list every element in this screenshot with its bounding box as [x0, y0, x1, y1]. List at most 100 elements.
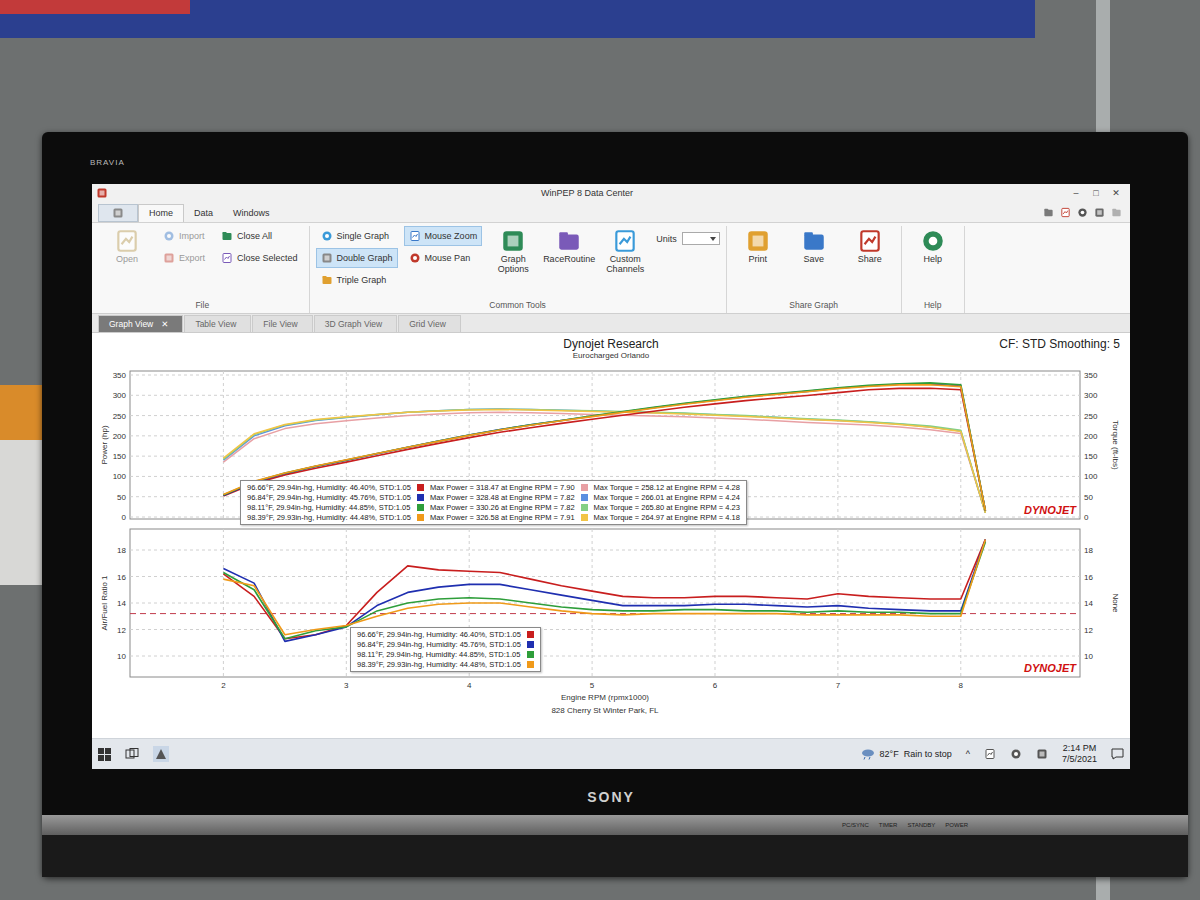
ribbon-tab[interactable]: Data	[184, 205, 223, 222]
toolbar-icon-part	[1081, 211, 1085, 215]
notification-icon[interactable]	[1111, 748, 1124, 760]
button-icon	[801, 228, 827, 254]
legend-max-torque: Max Torque = 266.01 at Engine RPM = 4.24	[594, 493, 740, 502]
ribbon-button[interactable]: Export	[158, 248, 210, 268]
group-label: Help	[908, 298, 958, 313]
view-tab[interactable]: 3D Graph View	[314, 315, 397, 332]
clock[interactable]: 2:14 PM7/5/2021	[1062, 743, 1097, 765]
legend-conditions: 96.66°F, 29.94in-hg, Humidity: 46.40%, S…	[247, 483, 411, 492]
axis-title: None	[1111, 593, 1120, 613]
dropdown-field[interactable]	[682, 232, 720, 245]
ribbon-column: Single Graph Double Graph Triple Graph	[316, 226, 398, 290]
button-icon	[612, 228, 638, 254]
ribbon-button[interactable]: Close All	[216, 226, 303, 246]
toolbar-icon	[1043, 207, 1054, 218]
tick-label: 7	[836, 681, 841, 690]
dropdown-arrow-icon	[710, 237, 716, 241]
button-icon-part	[322, 254, 331, 263]
tick-label: 8	[959, 681, 964, 690]
tray-expand-button[interactable]: ^	[966, 749, 970, 759]
ribbon-column: Units	[656, 226, 720, 245]
grid-line	[130, 550, 1080, 551]
toolbar-icon	[1060, 207, 1071, 218]
close-button[interactable]: ✕	[1106, 188, 1126, 198]
ribbon-button[interactable]: Help	[908, 226, 958, 266]
ribbon-button[interactable]: Graph Options	[488, 226, 538, 277]
ribbon-button[interactable]: Custom Channels	[600, 226, 650, 277]
grid-line	[130, 375, 1080, 376]
ribbon-button[interactable]: Close Selected	[216, 248, 303, 268]
legend-swatch	[417, 504, 424, 511]
toolbar-icon-part	[1078, 208, 1086, 216]
view-tab[interactable]: Table View	[184, 315, 251, 332]
view-tab[interactable]: Graph View✕	[98, 315, 183, 332]
winpep-app-icon[interactable]	[153, 746, 169, 762]
tick-label: 350	[1084, 371, 1098, 380]
legend-max-power: Max Power = 326.58 at Engine RPM = 7.91	[430, 513, 575, 522]
tray-icon	[1036, 748, 1048, 760]
cloud-part	[869, 757, 870, 760]
units-dropdown[interactable]: Units	[656, 226, 720, 245]
legend-swatch	[527, 641, 534, 648]
weather-widget[interactable]: 82°FRain to stop	[861, 748, 952, 760]
legend-conditions: 96.84°F, 29.94in-hg, Humidity: 45.76%, S…	[247, 493, 411, 502]
button-icon	[163, 252, 175, 264]
ribbon-button[interactable]: Import	[158, 226, 210, 246]
brand-logo: SONY	[587, 789, 635, 805]
ribbon-column: RaceRoutine	[544, 226, 594, 266]
ribbon-button[interactable]: Double Graph	[316, 248, 398, 268]
ribbon-button[interactable]: Mouse Pan	[404, 248, 483, 268]
tick-label: 10	[117, 652, 126, 661]
tray-icon-part	[1037, 750, 1046, 759]
button-label: Single Graph	[337, 231, 390, 241]
ribbon-button[interactable]: Print	[733, 226, 783, 266]
television: BRAVIA WinPEP 8 Data Center–□✕ HomeDataW…	[42, 132, 1188, 877]
ribbon-button[interactable]: Save	[789, 226, 839, 266]
grid-line	[130, 395, 1080, 396]
ribbon-column: Print	[733, 226, 783, 266]
view-tab[interactable]: Grid View	[398, 315, 461, 332]
ribbon-button[interactable]: Share	[845, 226, 895, 266]
button-label: Triple Graph	[337, 275, 387, 285]
temperature: 82°F	[880, 749, 899, 759]
button-icon-part	[165, 254, 174, 263]
minimize-button[interactable]: –	[1066, 188, 1086, 198]
button-label: Open	[116, 254, 138, 264]
ribbon-button[interactable]: Mouse Zoom	[404, 226, 483, 246]
task-view-icon[interactable]	[125, 748, 139, 760]
view-tab[interactable]: File View	[252, 315, 312, 332]
ribbon-tab[interactable]: Home	[138, 204, 184, 222]
tab-label: 3D Graph View	[325, 319, 382, 329]
button-icon-part	[923, 231, 943, 251]
tab-label: Grid View	[409, 319, 446, 329]
indicator-label: POWER	[945, 822, 968, 828]
screen: WinPEP 8 Data Center–□✕ HomeDataWindows …	[92, 184, 1130, 769]
quick-icons	[1043, 207, 1130, 222]
tick-label: 12	[117, 626, 126, 635]
tick-label: 5	[590, 681, 595, 690]
ribbon-button[interactable]: RaceRoutine	[544, 226, 594, 266]
ribbon-button[interactable]: Open	[102, 226, 152, 266]
ribbon-button[interactable]: Triple Graph	[316, 270, 398, 290]
tick-label: 300	[1084, 391, 1098, 400]
button-icon-part	[122, 237, 133, 245]
button-icon	[409, 252, 421, 264]
plot-area	[130, 371, 1080, 519]
application-button[interactable]	[98, 204, 138, 222]
close-tab-button[interactable]: ✕	[161, 319, 168, 329]
maximize-button[interactable]: □	[1086, 188, 1106, 198]
start-icon-part	[105, 748, 111, 754]
toolbar-icon-part	[1095, 208, 1103, 216]
button-label: Import	[179, 231, 205, 241]
button-label: Mouse Pan	[425, 253, 471, 263]
button-icon	[321, 274, 333, 286]
windows-start-icon[interactable]	[98, 748, 111, 761]
button-label: Double Graph	[337, 253, 393, 263]
start-icon-part	[98, 755, 104, 761]
ribbon-button[interactable]: Single Graph	[316, 226, 398, 246]
button-icon	[321, 230, 333, 242]
button-icon-part	[324, 256, 329, 261]
legend-swatch	[527, 631, 534, 638]
button-icon-part	[804, 235, 824, 250]
ribbon-tab[interactable]: Windows	[223, 205, 280, 222]
